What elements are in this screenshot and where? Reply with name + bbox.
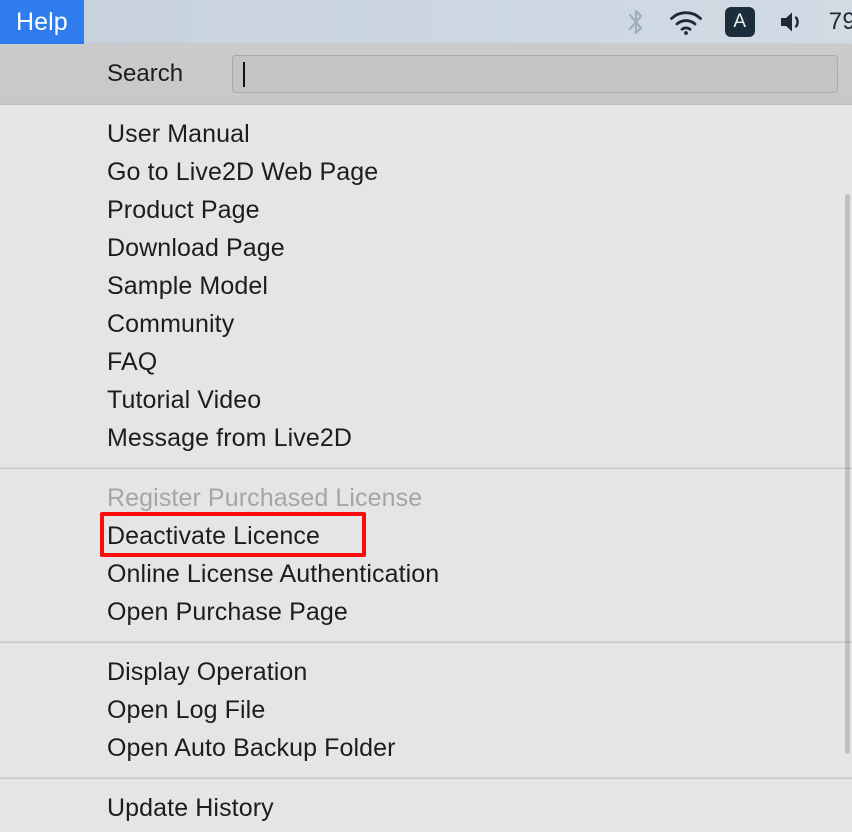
- menu-item-open-auto-backup-folder[interactable]: Open Auto Backup Folder: [0, 729, 852, 767]
- menu-item-update-history[interactable]: Update History: [0, 789, 852, 827]
- menu-item-message-from-live2d[interactable]: Message from Live2D: [0, 419, 852, 457]
- menu-item-deactivate-licence[interactable]: Deactivate Licence: [0, 517, 852, 555]
- menu-item-product-page[interactable]: Product Page: [0, 191, 852, 229]
- macos-menu-bar: Help A 79: [0, 0, 852, 44]
- menu-item-download-page[interactable]: Download Page: [0, 229, 852, 267]
- menu-item-faq[interactable]: FAQ: [0, 343, 852, 381]
- menu-item-go-to-live2d-web-page[interactable]: Go to Live2D Web Page: [0, 153, 852, 191]
- battery-percent-label[interactable]: 79: [829, 8, 852, 36]
- menu-item-user-manual[interactable]: User Manual: [0, 115, 852, 153]
- menu-scrollbar-thumb[interactable]: [845, 194, 850, 754]
- menu-group-diagnostics: Display Operation Open Log File Open Aut…: [0, 643, 852, 777]
- input-source-badge[interactable]: A: [724, 0, 755, 44]
- menu-group-resources: User Manual Go to Live2D Web Page Produc…: [0, 105, 852, 467]
- search-input-wrapper[interactable]: [232, 55, 838, 93]
- menu-item-tutorial-video[interactable]: Tutorial Video: [0, 381, 852, 419]
- search-input[interactable]: [245, 56, 837, 92]
- menu-group-license: Register Purchased License Deactivate Li…: [0, 469, 852, 641]
- menu-item-community[interactable]: Community: [0, 305, 852, 343]
- menu-item-sample-model[interactable]: Sample Model: [0, 267, 852, 305]
- help-dropdown-menu: Search User Manual Go to Live2D Web Page…: [0, 44, 852, 832]
- menu-items-container: User Manual Go to Live2D Web Page Produc…: [0, 105, 852, 827]
- menu-item-display-operation[interactable]: Display Operation: [0, 653, 852, 691]
- menu-bar-status-area: A 79: [625, 0, 852, 44]
- menu-bar-spacer: [84, 0, 625, 44]
- bluetooth-icon[interactable]: [625, 0, 647, 44]
- volume-icon[interactable]: [777, 0, 807, 44]
- screen-root: Help A 79 Search User Manual Go to Live2…: [0, 0, 852, 832]
- menu-bar-item-help[interactable]: Help: [0, 0, 84, 44]
- input-source-letter: A: [724, 7, 755, 37]
- wifi-icon[interactable]: [669, 0, 703, 44]
- menu-item-register-purchased-license: Register Purchased License: [107, 483, 423, 512]
- menu-bar-left-group: Help: [0, 0, 84, 44]
- menu-group-updates: Update History: [0, 779, 852, 827]
- menu-item-open-log-file[interactable]: Open Log File: [0, 691, 852, 729]
- menu-search-row: Search: [0, 44, 852, 105]
- menu-item-online-license-authentication[interactable]: Online License Authentication: [0, 555, 852, 593]
- menu-item-open-purchase-page[interactable]: Open Purchase Page: [0, 593, 852, 631]
- menu-scrollbar[interactable]: [845, 194, 850, 832]
- search-label: Search: [107, 60, 184, 87]
